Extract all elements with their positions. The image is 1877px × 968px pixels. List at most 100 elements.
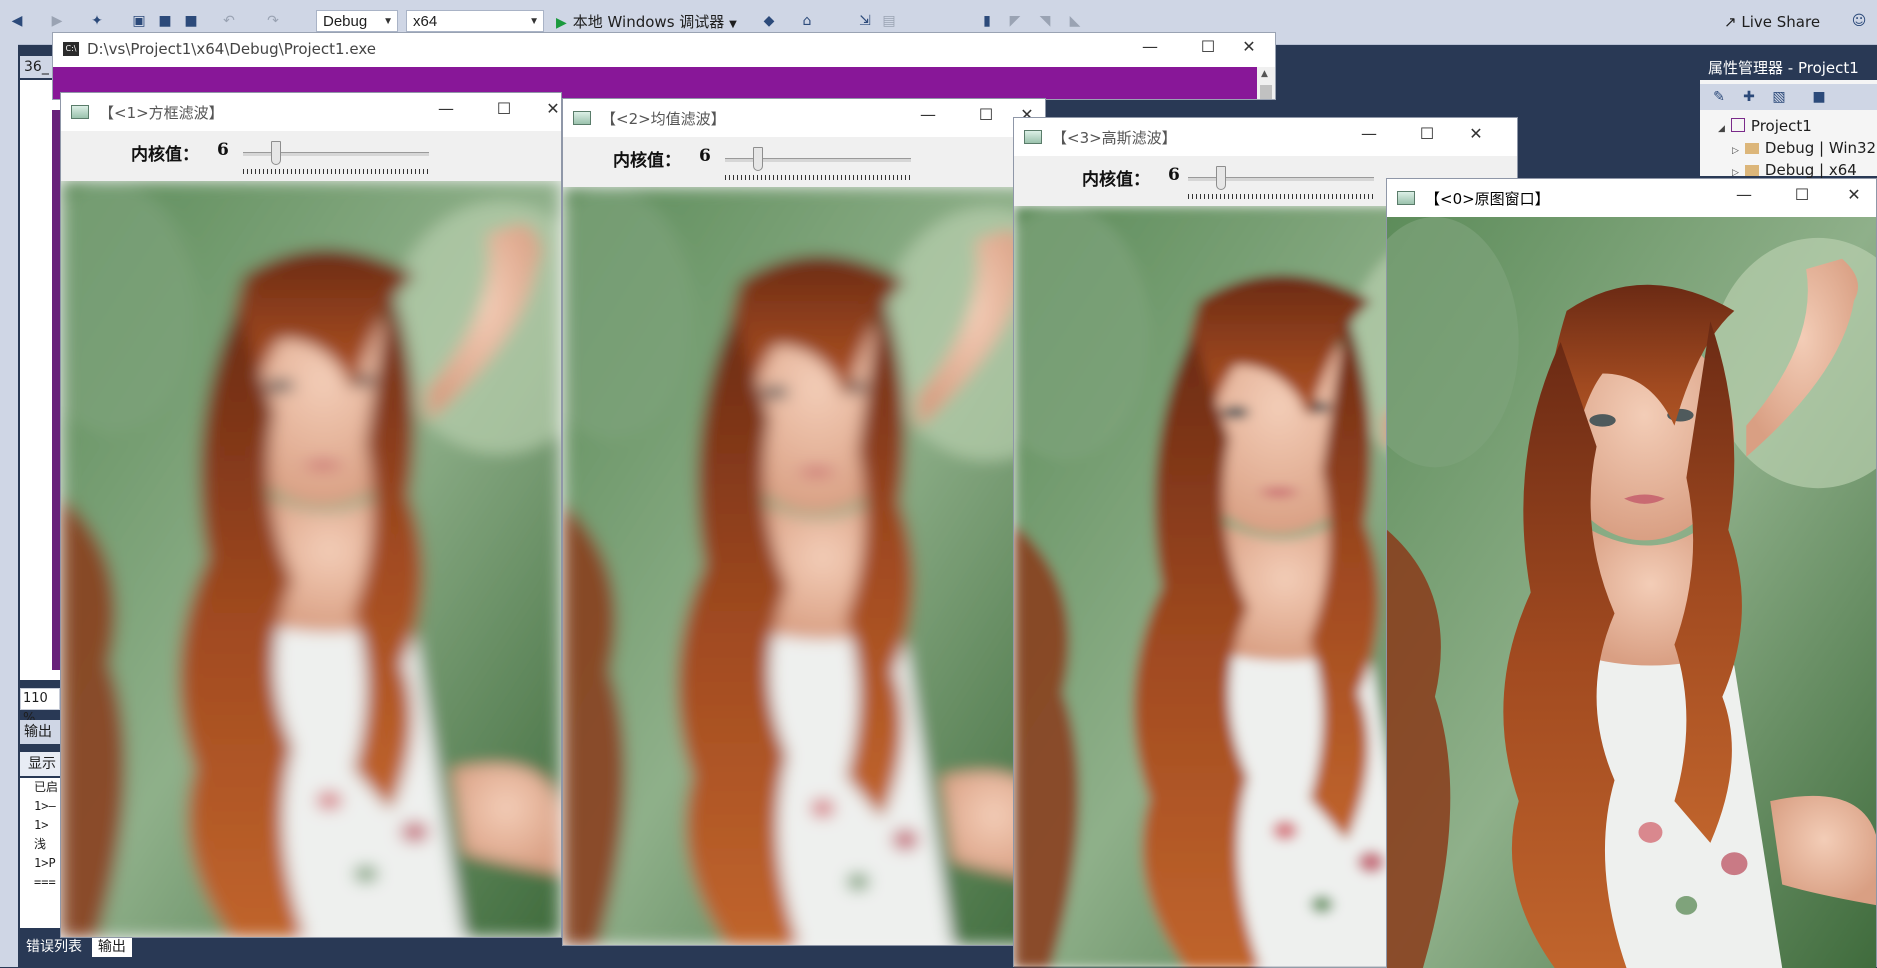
platform-combo[interactable]: x64 ▼ — [406, 10, 544, 32]
tree-item-debug-win32[interactable]: ▷ Debug | Win32 — [1732, 138, 1876, 161]
property-manager-title: 属性管理器 - Project1 — [1700, 56, 1877, 80]
filtered-image — [61, 181, 561, 937]
tree-item-project[interactable]: ◢ Project1 — [1718, 116, 1812, 139]
bookmark-next-icon[interactable]: ◥ — [1036, 12, 1054, 30]
kernel-value: 6 — [699, 146, 711, 166]
console-title: D:\vs\Project1\x64\Debug\Project1.exe — [87, 40, 376, 58]
tab-output[interactable]: 输出 — [91, 937, 132, 957]
kernel-slider-thumb[interactable] — [1216, 166, 1227, 190]
toolbox-strip[interactable] — [0, 44, 18, 967]
bookmark-prev-icon[interactable]: ◤ — [1006, 12, 1024, 30]
box-filter-window[interactable]: 【<1>方框滤波】 — ☐ ✕ 内核值： 6 — [60, 92, 562, 938]
new-project-icon[interactable]: ✦ — [88, 12, 106, 30]
editor-margin — [52, 110, 60, 670]
collapsed-icon: ▷ — [1732, 146, 1739, 156]
share-icon: ↗ — [1724, 13, 1737, 31]
original-window[interactable]: 【<0>原图窗口】 — ☐ ✕ — [1386, 178, 1877, 967]
bookmark-clear-icon[interactable]: ◣ — [1066, 12, 1084, 30]
kernel-slider-thumb[interactable] — [271, 141, 282, 165]
tab-error-list[interactable]: 错误列表 — [20, 937, 88, 957]
window-title: 【<1>方框滤波】 — [99, 104, 224, 122]
original-titlebar[interactable]: 【<0>原图窗口】 — ☐ ✕ — [1387, 179, 1876, 217]
output-line: 已启 — [34, 780, 59, 794]
slider-ticks — [725, 175, 911, 180]
close-icon: ✕ — [1242, 37, 1256, 56]
close-icon: ✕ — [1469, 124, 1483, 143]
run-label: 本地 Windows 调试器 — [572, 13, 725, 31]
window-title: 【<2>均值滤波】 — [601, 110, 726, 128]
folder-icon — [1744, 143, 1759, 154]
gaussian-filter-titlebar[interactable]: 【<3>高斯滤波】 — ☐ ✕ — [1014, 118, 1517, 156]
kernel-label: 内核值： — [613, 151, 681, 171]
zoom-level[interactable]: 110 % — [20, 688, 60, 726]
close-button[interactable]: ✕ — [1225, 37, 1273, 63]
scroll-up-icon[interactable]: ▲ — [1261, 69, 1268, 79]
maximize-icon: ☐ — [1419, 124, 1435, 143]
console-scrollbar[interactable]: ▲ — [1257, 67, 1275, 99]
forward-icon[interactable]: ▶ — [48, 12, 66, 30]
filtered-image — [563, 187, 1045, 945]
window-title: 【<3>高斯滤波】 — [1052, 129, 1177, 147]
minimize-button[interactable]: — — [1121, 37, 1179, 63]
minimize-icon: — — [1736, 185, 1752, 204]
chevron-down-icon: ▼ — [729, 19, 737, 30]
undo-icon[interactable]: ↶ — [220, 12, 238, 30]
wrench-icon[interactable]: ✎ — [1710, 88, 1728, 106]
tree-label: Debug | Win32 — [1764, 139, 1877, 157]
feedback-icon[interactable]: ☺ — [1850, 12, 1868, 30]
config-combo[interactable]: Debug ▼ — [316, 10, 398, 32]
open-icon[interactable]: ▣ — [130, 12, 148, 30]
minimize-icon: — — [438, 99, 454, 118]
output-line: 1>— — [34, 799, 56, 813]
save-icon[interactable]: ■ — [156, 12, 174, 30]
opencv-window-icon — [573, 111, 591, 125]
opencv-window-icon — [1397, 191, 1415, 205]
back-icon[interactable]: ◀ — [8, 12, 26, 30]
mean-filter-titlebar[interactable]: 【<2>均值滤波】 — ☐ ✕ — [563, 99, 1045, 137]
live-share-button[interactable]: ↗ Live Share — [1724, 11, 1820, 33]
slider-ticks — [243, 169, 429, 174]
folder-icon — [1744, 165, 1759, 176]
format-icon[interactable]: ▤ — [880, 12, 898, 30]
output-text: 已启 1>— 1>浅 1>P === — [20, 778, 60, 928]
kernel-slider-thumb[interactable] — [753, 147, 764, 171]
browser-icon[interactable]: ⌂ — [798, 12, 816, 30]
save-icon[interactable]: ■ — [1810, 88, 1828, 106]
expanded-icon: ◢ — [1718, 124, 1725, 134]
box-filter-titlebar[interactable]: 【<1>方框滤波】 — ☐ ✕ — [61, 93, 561, 131]
maximize-icon: ☐ — [1794, 185, 1810, 204]
output-line: 1>P — [34, 856, 56, 870]
chevron-down-icon: ▼ — [383, 16, 393, 27]
output-panel-title: 输出 — [20, 720, 60, 744]
console-window[interactable]: C:\ D:\vs\Project1\x64\Debug\Project1.ex… — [52, 32, 1276, 100]
window-title: 【<0>原图窗口】 — [1425, 190, 1550, 208]
config-value: Debug — [323, 13, 368, 30]
save-all-icon[interactable]: ■ — [182, 12, 200, 30]
hot-reload-icon[interactable]: ◆ — [760, 12, 778, 30]
step-icon[interactable]: ⇲ — [856, 12, 874, 30]
output-line: === — [34, 875, 56, 889]
kernel-value: 6 — [1168, 165, 1180, 185]
minimize-icon: — — [1361, 124, 1377, 143]
redo-icon[interactable]: ↷ — [264, 12, 282, 30]
minimize-icon: — — [920, 105, 936, 124]
platform-value: x64 — [413, 13, 438, 30]
console-titlebar[interactable]: C:\ D:\vs\Project1\x64\Debug\Project1.ex… — [53, 33, 1275, 67]
scroll-thumb[interactable] — [1260, 85, 1272, 99]
opencv-window-icon — [1024, 130, 1042, 144]
add-sheet-icon[interactable]: ✚ — [1740, 88, 1758, 106]
mean-filter-window[interactable]: 【<2>均值滤波】 — ☐ ✕ 内核值： 6 — [562, 98, 1046, 946]
add-existing-icon[interactable]: ▧ — [1770, 88, 1788, 106]
property-manager-toolbar: ✎ ✚ ▧ ■ — [1700, 84, 1877, 110]
output-line: 1>浅 — [34, 818, 49, 851]
bookmark-icon[interactable]: ▮ — [978, 12, 996, 30]
tree-label: Debug | x64 — [1764, 161, 1857, 179]
opencv-window-icon — [71, 105, 89, 119]
console-icon: C:\ — [63, 42, 79, 56]
play-icon: ▶ — [556, 15, 567, 31]
slider-ticks — [1188, 194, 1374, 199]
trackbar-panel: 内核值： 6 — [61, 131, 561, 181]
original-image — [1387, 217, 1876, 968]
run-debugger-button[interactable]: ▶ 本地 Windows 调试器 ▼ — [556, 10, 737, 34]
tree-label: Project1 — [1750, 117, 1812, 135]
